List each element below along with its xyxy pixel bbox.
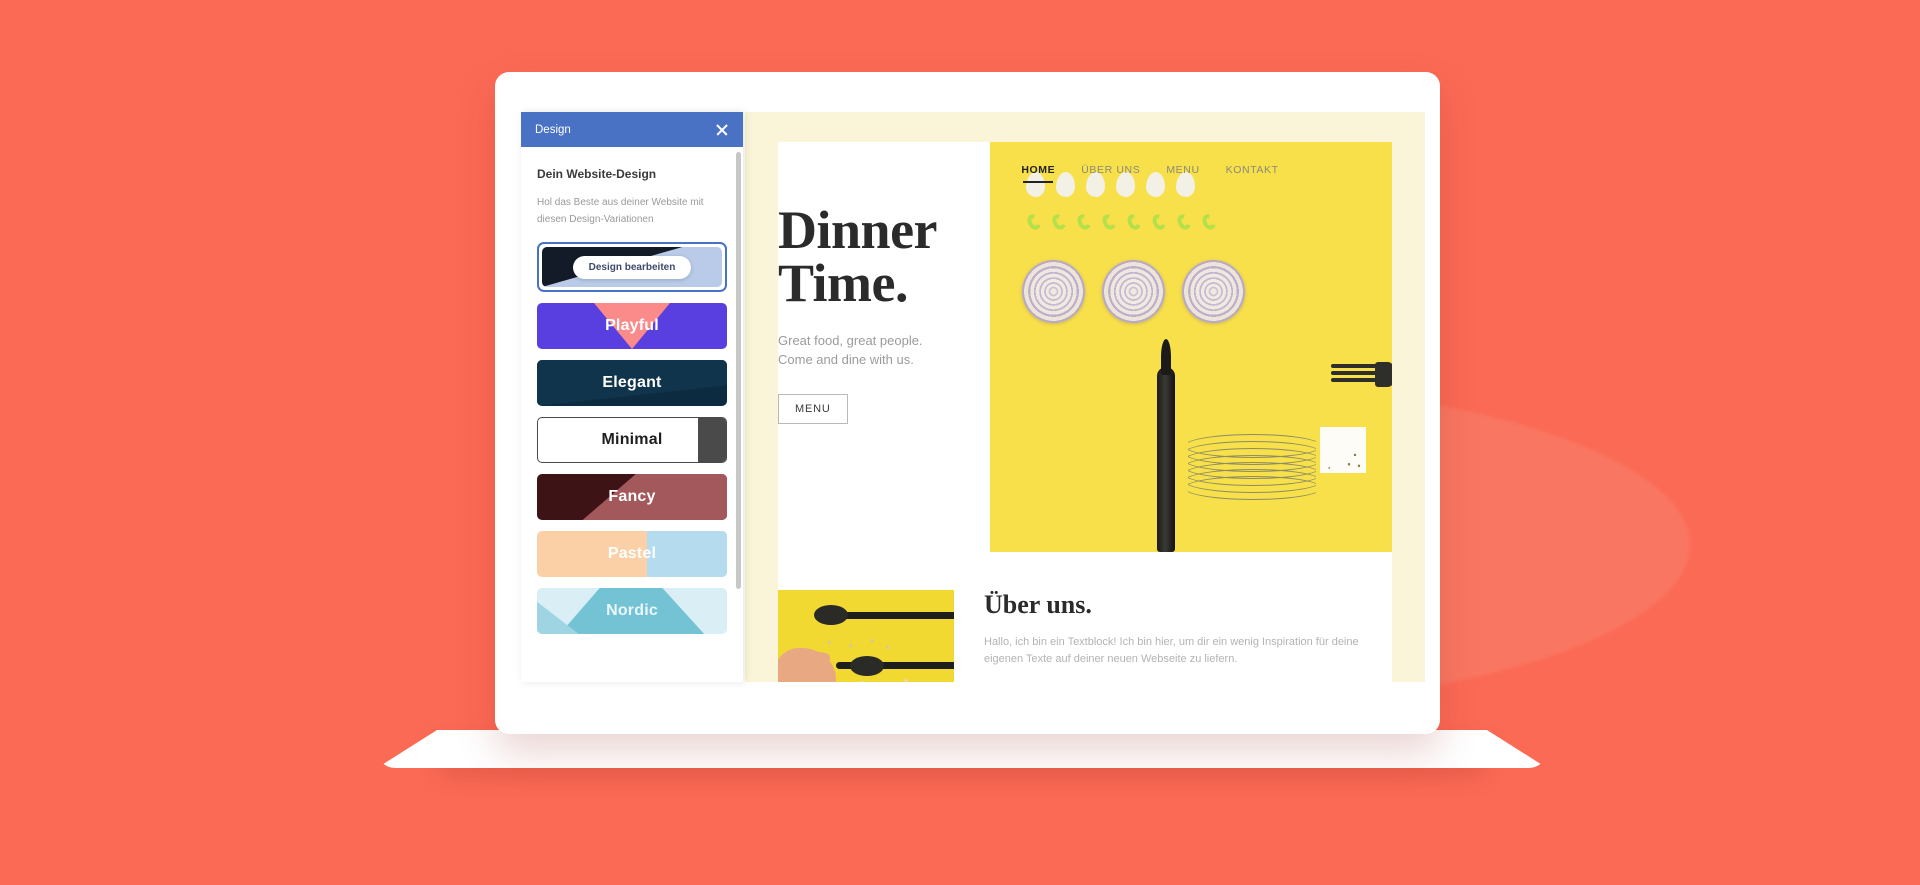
design-card-elegant[interactable]: Elegant: [537, 360, 727, 406]
about-section: Über uns. Hallo, ich bin ein Textblock! …: [778, 590, 1392, 682]
design-card-label: Nordic: [606, 602, 658, 619]
onion-ring-icon: [1182, 260, 1245, 323]
about-text-block: Über uns. Hallo, ich bin ein Textblock! …: [984, 590, 1392, 682]
design-edit-button[interactable]: Design bearbeiten: [572, 255, 692, 279]
laptop-base: [437, 730, 1487, 768]
hero-text-block: Dinner Time. Great food, great people. C…: [778, 203, 1078, 424]
spoon-bowl-icon: [850, 656, 884, 676]
about-photo: [778, 590, 954, 682]
site-navigation: HOME ÜBER UNS MENU KONTAKT: [778, 164, 1392, 183]
design-card-label: Minimal: [601, 431, 663, 448]
hero-menu-button[interactable]: MENU: [778, 393, 848, 424]
design-card-pastel[interactable]: Pastel: [537, 531, 727, 577]
noodles-image: [1188, 432, 1316, 500]
nav-item-kontakt[interactable]: KONTAKT: [1226, 164, 1279, 181]
nav-item-uber-uns[interactable]: ÜBER UNS: [1081, 164, 1140, 181]
design-card-selected-preview: Design bearbeiten: [542, 247, 722, 287]
design-card-minimal[interactable]: Minimal: [537, 417, 727, 463]
design-panel: Design Dein Website-Design Hol das Beste…: [521, 112, 743, 682]
hand-image: [778, 648, 836, 682]
knife-icon: [1157, 339, 1175, 552]
design-panel-title: Design: [535, 123, 571, 136]
pea-icon: [1099, 212, 1119, 232]
design-card-label: Fancy: [608, 488, 656, 505]
design-panel-heading: Dein Website-Design: [537, 167, 657, 181]
website-preview: HOME ÜBER UNS MENU KONTAKT Dinner Time. …: [745, 112, 1425, 682]
grains-scatter: [842, 676, 922, 682]
design-panel-body: Dein Website-Design Hol das Beste aus de…: [521, 147, 743, 682]
pea-icon: [1174, 212, 1194, 232]
design-card-label: Pastel: [607, 545, 657, 562]
seeds-image: [1320, 427, 1366, 473]
hero-subtitle-line-1: Great food, great people.: [778, 332, 923, 348]
pea-icon: [1124, 212, 1144, 232]
pea-icon: [1149, 212, 1169, 232]
grains-scatter: [812, 636, 898, 652]
nav-item-home[interactable]: HOME: [1021, 164, 1055, 183]
hero-title-line-2: Time.: [778, 252, 909, 313]
hero-title-line-1: Dinner: [778, 200, 938, 260]
fork-icon: [1331, 360, 1392, 390]
design-card-selected[interactable]: Design bearbeiten: [537, 242, 727, 292]
close-icon[interactable]: [713, 121, 731, 139]
hero-section: HOME ÜBER UNS MENU KONTAKT Dinner Time. …: [778, 142, 1392, 552]
nav-item-menu[interactable]: MENU: [1166, 164, 1199, 181]
design-card-nordic[interactable]: Nordic: [537, 588, 727, 634]
design-card-label: Playful: [605, 317, 659, 334]
design-card-label: Elegant: [602, 374, 662, 391]
design-panel-header: Design: [521, 112, 743, 147]
onion-ring-icon: [1102, 260, 1165, 323]
hero-subtitle-line-2: Come and dine with us.: [778, 351, 914, 367]
spoon-bowl-icon: [814, 605, 848, 625]
design-variation-list: Design bearbeiten Playful Elegant Minima…: [537, 242, 727, 634]
design-card-fancy[interactable]: Fancy: [537, 474, 727, 520]
pea-icon: [1199, 212, 1219, 232]
about-paragraph: Hallo, ich bin ein Textblock! Ich bin hi…: [984, 636, 1359, 666]
design-card-playful[interactable]: Playful: [537, 303, 727, 349]
design-panel-description: Hol das Beste aus deiner Website mit die…: [537, 197, 704, 225]
design-panel-scrollbar[interactable]: [736, 152, 741, 642]
scrollbar-thumb[interactable]: [736, 152, 741, 589]
hero-title: Dinner Time.: [778, 203, 1078, 313]
about-title: Über uns.: [984, 590, 1092, 619]
hero-subtitle: Great food, great people. Come and dine …: [778, 332, 1078, 370]
website-preview-content: HOME ÜBER UNS MENU KONTAKT Dinner Time. …: [778, 142, 1392, 682]
spoon-handle-icon: [838, 612, 954, 619]
